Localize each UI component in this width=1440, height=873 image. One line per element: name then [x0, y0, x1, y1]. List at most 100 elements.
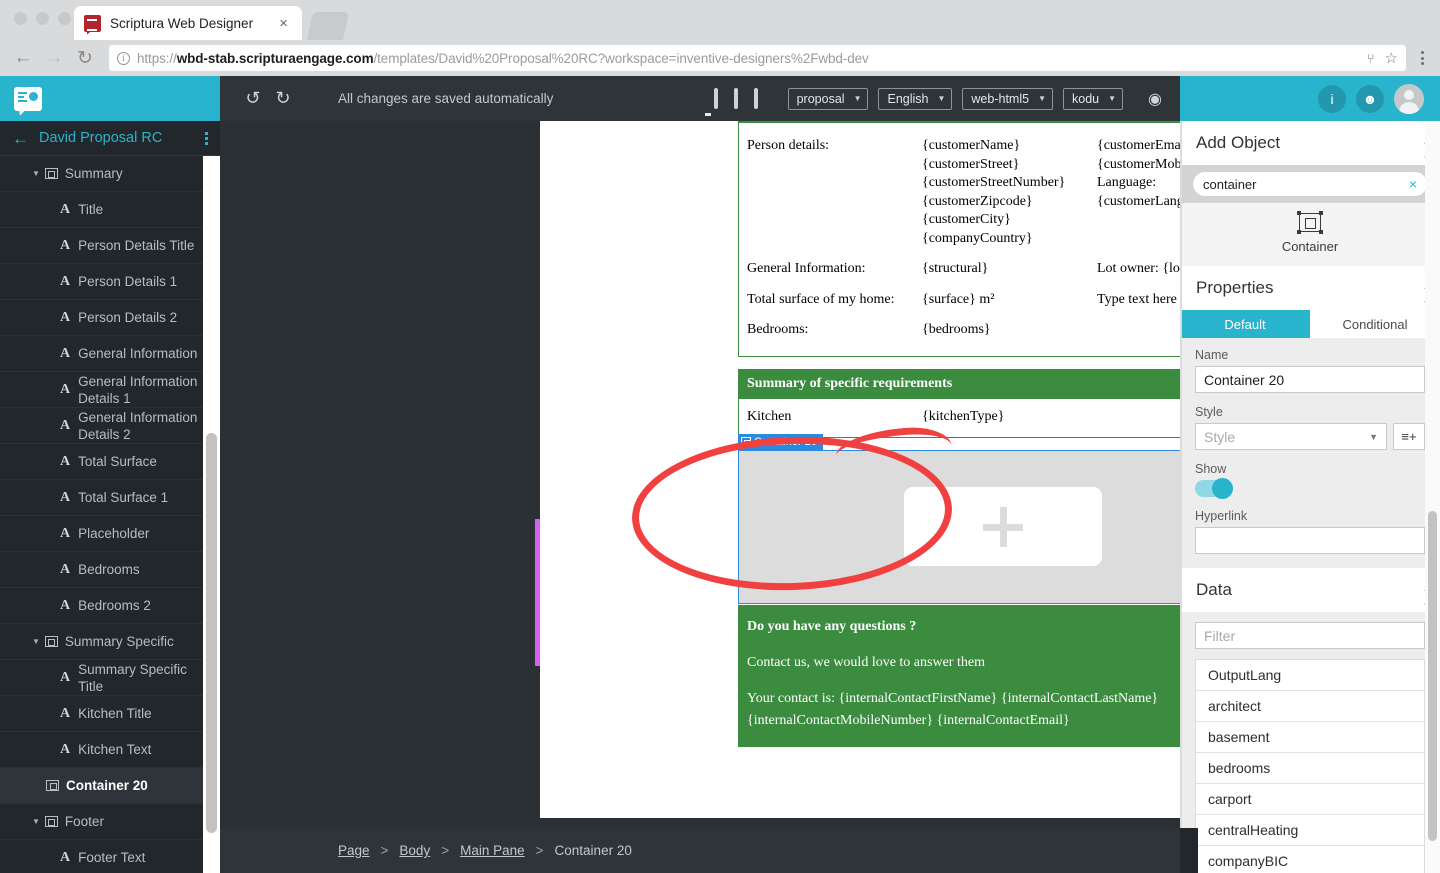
maximize-window-button[interactable]: [58, 12, 71, 25]
sidebar-scrollbar-track[interactable]: [203, 156, 220, 873]
tree-item-placeholder[interactable]: A Placeholder: [0, 516, 220, 552]
object-tree[interactable]: ▼ Summary A Title A Person Details Title A Pers…: [0, 156, 220, 873]
tree-item-footer-text[interactable]: A Footer Text: [0, 840, 220, 873]
container-20-selection[interactable]: Container 20: [629, 423, 1180, 604]
style-select[interactable]: Style ▼: [1195, 423, 1387, 450]
footer-line-1: Contact us, we would love to answer them: [747, 654, 985, 670]
data-filter-input[interactable]: Filter: [1195, 622, 1425, 649]
tree-item-general-information-details-2[interactable]: A General Information Details 2: [0, 408, 220, 444]
breadcrumb: Page > Body > Main Pane > Container 20: [220, 828, 1180, 873]
data-field-list[interactable]: OutputLang architect basement bedrooms carpo…: [1195, 659, 1425, 873]
tree-item-kitchen-title[interactable]: A Kitchen Title: [0, 696, 220, 732]
new-tab-button[interactable]: [307, 12, 349, 40]
close-window-button[interactable]: [14, 12, 27, 25]
minimize-window-button[interactable]: [36, 12, 49, 25]
phone-icon[interactable]: [753, 87, 758, 109]
breadcrumb-item-page[interactable]: Page: [338, 843, 370, 858]
tree-item-summary-specific-title[interactable]: A Summary Specific Title: [0, 660, 220, 696]
container-selection-tag[interactable]: Container 20: [738, 433, 823, 450]
site-info-icon[interactable]: i: [117, 51, 130, 65]
tree-item-general-information[interactable]: A General Information: [0, 336, 220, 372]
template-user-select[interactable]: kodu ▼: [1063, 87, 1124, 110]
reload-icon[interactable]: ↻: [72, 45, 98, 71]
info-icon[interactable]: i: [1318, 84, 1346, 113]
tree-item-kitchen-text[interactable]: A Kitchen Text: [0, 732, 220, 768]
tree-item-summary[interactable]: ▼ Summary: [0, 156, 220, 192]
document-page[interactable]: Summary Person details: {customerName}{c…: [540, 121, 1180, 818]
right-panel-scrollbar-track[interactable]: [1425, 121, 1440, 873]
data-field-item[interactable]: architect: [1196, 691, 1424, 722]
tree-item-total-surface[interactable]: A Total Surface: [0, 444, 220, 480]
data-field-item[interactable]: OutputLang: [1196, 660, 1424, 691]
tree-item-total-surface-1[interactable]: A Total Surface 1: [0, 480, 220, 516]
tree-item-bedrooms[interactable]: A Bedrooms: [0, 552, 220, 588]
bookmark-star-icon[interactable]: ☆: [1385, 49, 1398, 67]
address-bar[interactable]: i https://wbd-stab.scripturaengage.com/t…: [109, 45, 1406, 71]
hyperlink-input[interactable]: [1195, 527, 1425, 554]
add-content-button[interactable]: [903, 487, 1102, 566]
caret-down-icon[interactable]: ▼: [32, 633, 40, 650]
data-field-item[interactable]: bedrooms: [1196, 753, 1424, 784]
redo-icon[interactable]: ↻: [268, 84, 298, 114]
clear-icon[interactable]: ×: [1409, 176, 1417, 192]
kitchen-row[interactable]: Kitchen {kitchenType}: [738, 398, 1180, 438]
kebab-menu-icon[interactable]: [205, 131, 208, 145]
caret-down-icon[interactable]: ▼: [32, 813, 40, 830]
language-select[interactable]: English ▼: [878, 87, 953, 110]
container-20-body[interactable]: [629, 423, 1180, 604]
browser-tab[interactable]: Scriptura Web Designer ×: [74, 6, 302, 40]
tree-item-bedrooms-2[interactable]: A Bedrooms 2: [0, 588, 220, 624]
right-panel-scrollbar-thumb[interactable]: [1428, 511, 1437, 841]
data-field-item[interactable]: centralHeating: [1196, 815, 1424, 846]
avatar[interactable]: [1394, 83, 1424, 114]
sidebar-header: ← David Proposal RC: [0, 121, 220, 156]
window-traffic-lights[interactable]: [14, 12, 71, 25]
data-section-header: Data: [1180, 568, 1440, 612]
data-field-item[interactable]: carport: [1196, 784, 1424, 815]
sidebar-scrollbar-thumb[interactable]: [206, 433, 217, 833]
breadcrumb-item-main-pane[interactable]: Main Pane: [460, 843, 525, 858]
tab-default[interactable]: Default: [1180, 310, 1310, 338]
tree-item-container-20[interactable]: Container 20: [0, 768, 220, 804]
tree-item-person-details-1[interactable]: A Person Details 1: [0, 264, 220, 300]
tree-item-title[interactable]: A Title: [0, 192, 220, 228]
scriptura-logo-icon[interactable]: [14, 86, 42, 111]
url-domain: wbd-stab.scripturaengage.com: [176, 50, 374, 66]
close-icon[interactable]: ×: [275, 14, 292, 33]
tree-item-person-details-2[interactable]: A Person Details 2: [0, 300, 220, 336]
browser-menu-icon[interactable]: [1412, 51, 1430, 65]
tab-conditional[interactable]: Conditional: [1310, 310, 1440, 338]
tree-item-person-details-title[interactable]: A Person Details Title: [0, 228, 220, 264]
data-field-item[interactable]: companyBIC: [1196, 846, 1424, 873]
show-toggle[interactable]: [1195, 478, 1233, 499]
tree-item-summary-specific[interactable]: ▼ Summary Specific: [0, 624, 220, 660]
caret-down-icon[interactable]: ▼: [32, 165, 40, 182]
footer-block[interactable]: Do you have any questions ? Contact us, …: [738, 604, 1180, 747]
tablet-landscape-icon[interactable]: [733, 87, 738, 109]
new-style-button[interactable]: ≡+: [1393, 423, 1425, 450]
channel-select[interactable]: web-html5 ▼: [962, 87, 1053, 110]
output-type-select[interactable]: proposal ▼: [787, 87, 869, 110]
data-field-item[interactable]: basement: [1196, 722, 1424, 753]
reader-icon[interactable]: ⑂: [1367, 51, 1375, 66]
summary-block[interactable]: Person details: {customerName} {customerS…: [738, 123, 1180, 357]
bell-icon[interactable]: ☻: [1356, 84, 1384, 113]
breadcrumb-item-body[interactable]: Body: [399, 843, 430, 858]
back-arrow-icon[interactable]: ←: [12, 130, 29, 147]
add-object-result[interactable]: Container: [1180, 203, 1440, 266]
name-input[interactable]: Container 20: [1195, 366, 1425, 393]
person-details-label: Person details:: [747, 138, 830, 153]
forward-icon[interactable]: →: [41, 45, 67, 71]
back-icon[interactable]: ←: [10, 45, 36, 71]
tree-item-label: Footer: [64, 814, 104, 829]
preview-eye-icon[interactable]: ◉: [1148, 89, 1162, 109]
scriptura-favicon-icon: [84, 14, 101, 32]
container-icon: [44, 636, 58, 647]
tree-item-footer[interactable]: ▼ Footer: [0, 804, 220, 840]
tree-item-general-information-details-1[interactable]: A General Information Details 1: [0, 372, 220, 408]
text-object-icon: A: [60, 562, 71, 577]
tree-item-label: General Information: [78, 346, 198, 361]
add-object-search-input[interactable]: container ×: [1193, 172, 1427, 196]
tablet-icon[interactable]: [713, 87, 718, 109]
undo-icon[interactable]: ↺: [238, 84, 268, 114]
